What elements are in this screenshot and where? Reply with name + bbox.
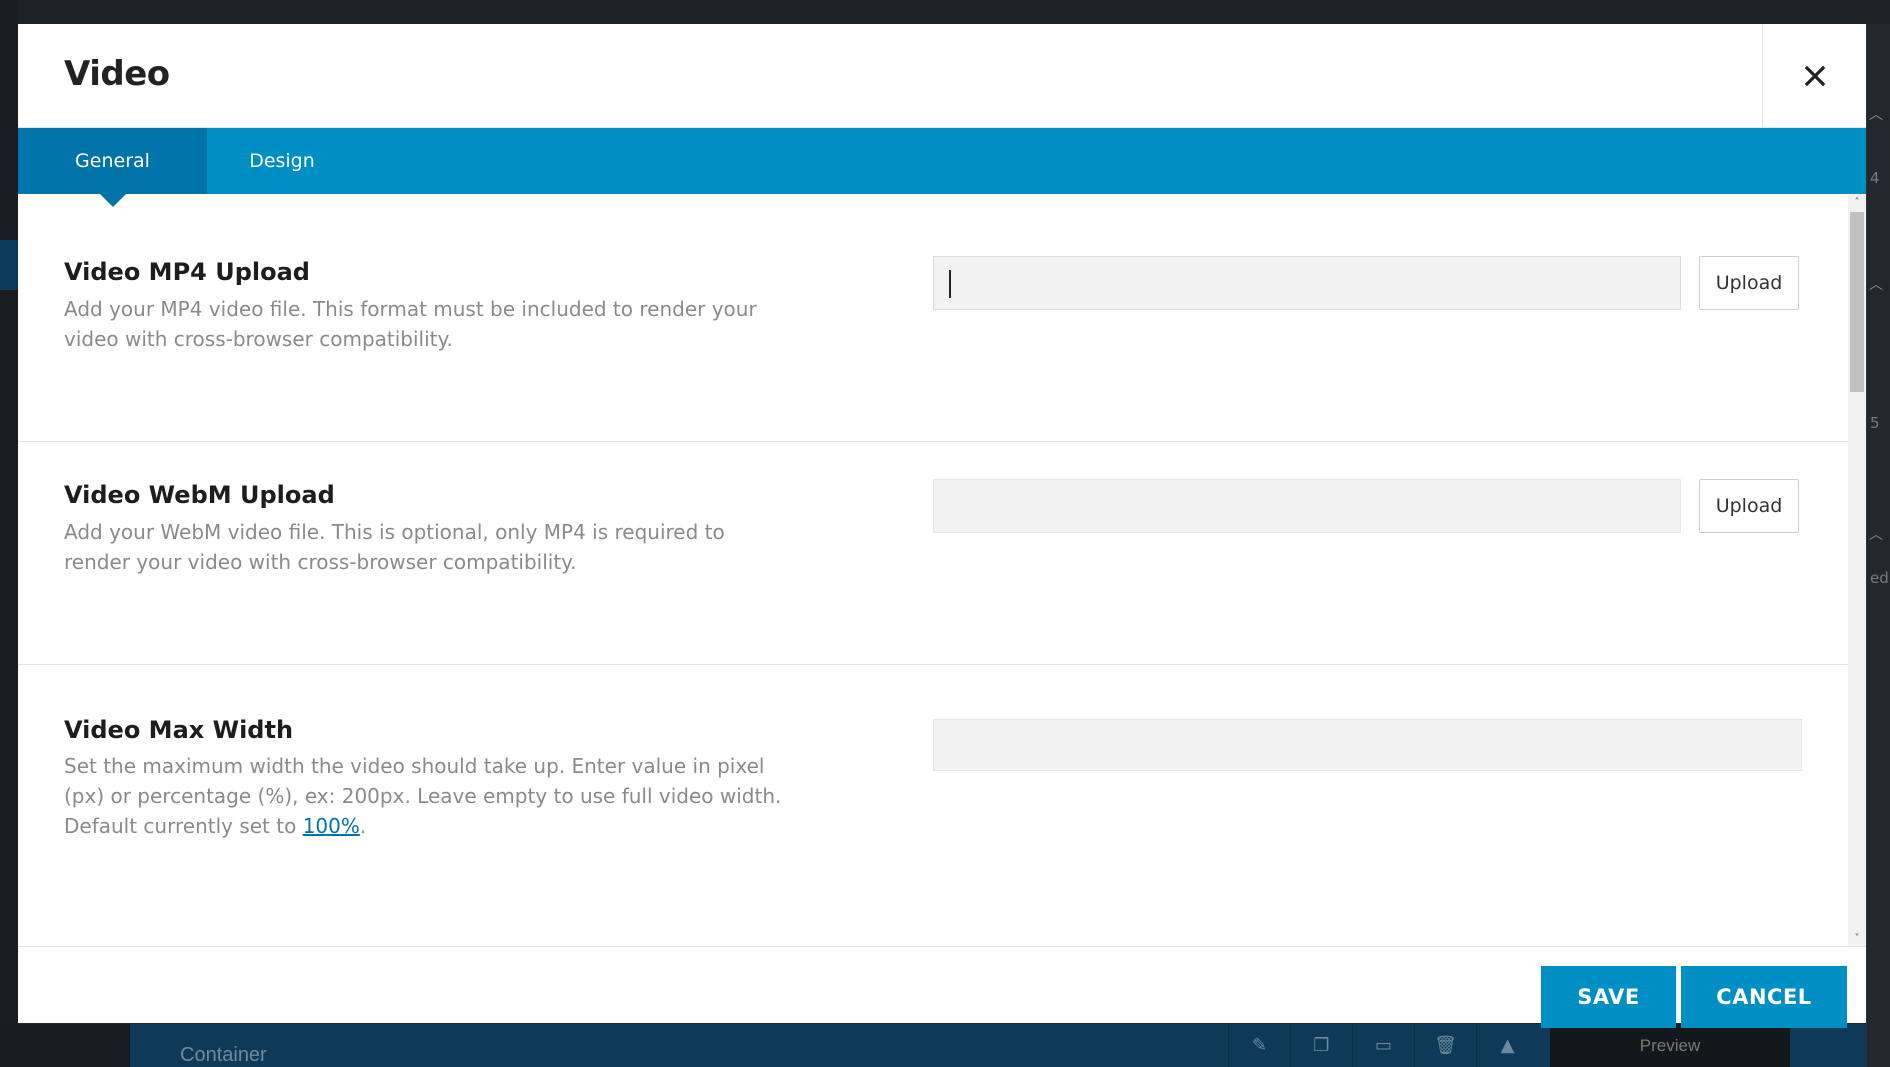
close-icon <box>1804 65 1825 87</box>
background-container-label: Container <box>180 1044 267 1066</box>
field-row-max-width: Video Max Width Set the maximum width th… <box>18 665 1848 946</box>
settings-content: Video MP4 Upload Add your MP4 video file… <box>18 194 1848 946</box>
field-description: Add your WebM video file. This is option… <box>64 520 725 574</box>
field-description: Set the maximum width the video should t… <box>64 751 784 841</box>
field-description-suffix: . <box>359 814 367 838</box>
scroll-thumb[interactable] <box>1850 212 1864 392</box>
pencil-icon: ✎ <box>1228 1024 1290 1067</box>
close-button[interactable] <box>1762 24 1866 128</box>
background-selected-edge <box>0 240 18 290</box>
webm-url-input[interactable] <box>933 479 1681 533</box>
content-scrollbar[interactable]: ˄ ˅ <box>1848 194 1866 946</box>
video-settings-modal: Video General Design Video MP4 Upload Ad… <box>18 24 1866 1028</box>
text-caret <box>949 270 951 298</box>
chevron-up-icon: ︿ <box>1869 107 1883 123</box>
webm-upload-button[interactable]: Upload <box>1699 479 1799 533</box>
background-left-strip <box>0 0 18 1067</box>
background-right-panel: ︿ 4 ︿ 5 ︿ ed <box>1866 24 1890 1067</box>
field-row-mp4: Video MP4 Upload Add your MP4 video file… <box>18 194 1848 442</box>
active-tab-pointer <box>100 194 126 207</box>
field-description-text: Set the maximum width the video should t… <box>64 754 782 838</box>
trash-icon: 🗑 <box>1414 1024 1476 1067</box>
default-value-link[interactable]: 100% <box>303 814 360 838</box>
background-number: 5 <box>1870 414 1880 432</box>
scroll-up-icon[interactable]: ˄ <box>1848 194 1866 210</box>
tab-bar: General Design <box>18 128 1866 194</box>
field-description: Add your MP4 video file. This format mus… <box>64 297 757 351</box>
field-title: Video WebM Upload <box>64 481 335 509</box>
scroll-down-icon[interactable]: ˅ <box>1848 930 1866 946</box>
mp4-url-input[interactable] <box>933 256 1681 310</box>
background-corner <box>1790 1024 1866 1067</box>
save-button[interactable]: SAVE <box>1541 966 1676 1028</box>
tab-general[interactable]: General <box>18 128 207 194</box>
mp4-upload-button[interactable]: Upload <box>1699 256 1799 310</box>
background-text-fragment: ed <box>1870 569 1889 587</box>
max-width-input[interactable] <box>933 719 1802 771</box>
cancel-button[interactable]: CANCEL <box>1681 966 1847 1028</box>
save-icon: ▭ <box>1352 1024 1414 1067</box>
modal-header: Video <box>18 24 1866 128</box>
chevron-up-icon: ︿ <box>1869 277 1883 293</box>
chevron-up-icon: ︿ <box>1869 527 1883 543</box>
field-title: Video Max Width <box>64 716 294 744</box>
background-top-bar <box>0 0 1890 24</box>
background-number: 4 <box>1870 169 1880 187</box>
copy-icon: ❐ <box>1290 1024 1352 1067</box>
field-row-webm: Video WebM Upload Add your WebM video fi… <box>18 442 1848 665</box>
arrow-up-icon: ▲ <box>1476 1024 1538 1067</box>
tab-design[interactable]: Design <box>207 128 357 194</box>
background-bottom-left <box>0 1024 130 1067</box>
modal-title: Video <box>64 54 170 94</box>
modal-footer: SAVE CANCEL <box>18 946 1866 1028</box>
background-preview-button: Preview <box>1550 1024 1790 1067</box>
field-title: Video MP4 Upload <box>64 258 310 286</box>
